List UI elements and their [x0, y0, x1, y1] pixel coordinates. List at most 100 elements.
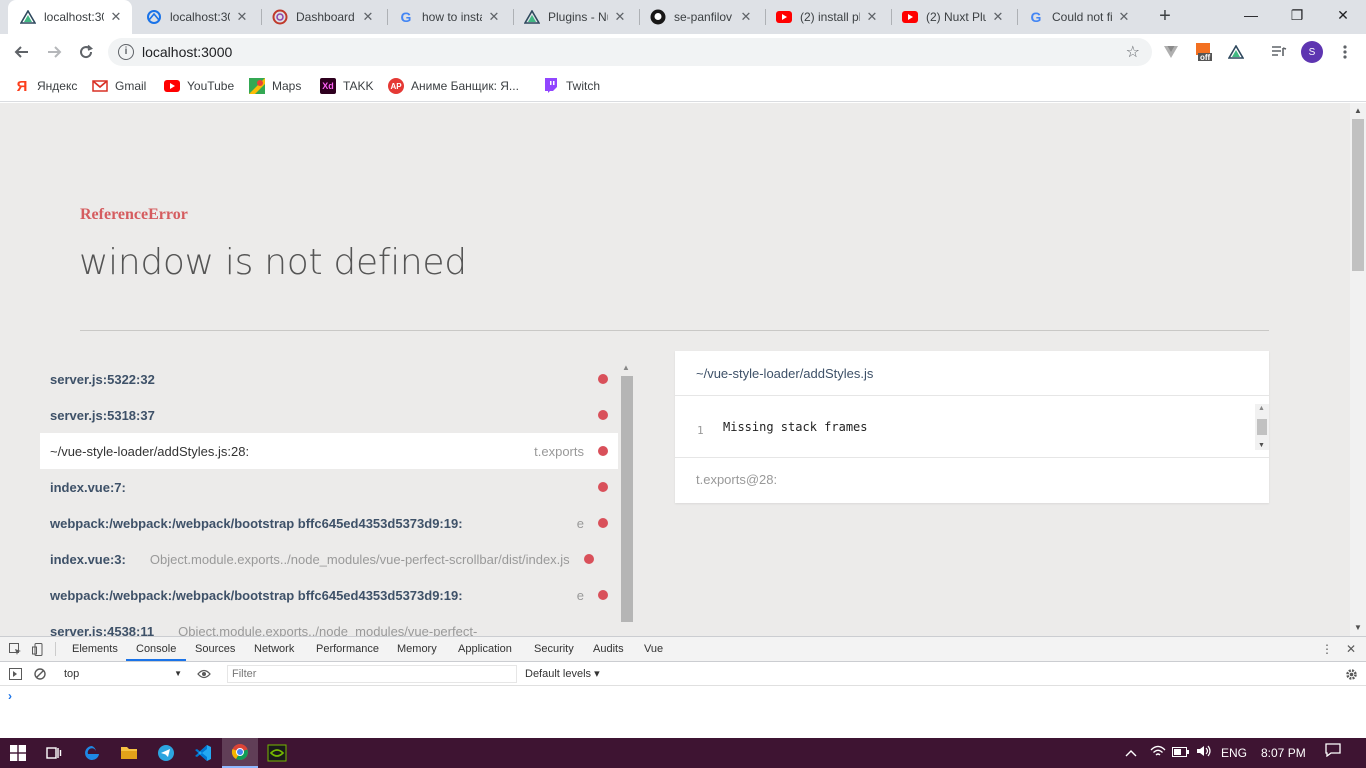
back-button[interactable] [8, 38, 36, 66]
tab-performance[interactable]: Performance [316, 637, 379, 661]
profile-avatar[interactable]: S [1301, 41, 1323, 63]
clock[interactable]: 8:07 PM [1261, 738, 1306, 768]
extension-off-icon[interactable]: off [1194, 42, 1214, 62]
scroll-up-icon[interactable]: ▲ [1353, 106, 1363, 116]
vscode-icon[interactable] [185, 738, 221, 768]
telegram-icon[interactable] [148, 738, 184, 768]
tab-could-not-find[interactable]: G Could not find ✕ [1016, 0, 1140, 34]
clear-console-icon[interactable] [33, 667, 47, 681]
tab-youtube-nuxt[interactable]: (2) Nuxt Plugins ✕ [890, 0, 1014, 34]
console-settings-gear-icon[interactable] [1344, 667, 1358, 681]
bookmark-star-icon[interactable]: ☆ [1126, 42, 1140, 62]
bookmark-yandex[interactable]: Я Яндекс [14, 76, 78, 96]
tab-how-to-install[interactable]: G how to install ✕ [386, 0, 510, 34]
close-icon[interactable]: ✕ [360, 9, 376, 25]
stack-frame[interactable]: index.vue:7: [40, 469, 618, 505]
chrome-menu-icon[interactable] [1335, 42, 1355, 62]
wifi-icon[interactable] [1150, 738, 1166, 768]
nvidia-icon[interactable] [259, 738, 295, 768]
edge-browser-icon[interactable] [74, 738, 110, 768]
media-controls-icon[interactable] [1269, 42, 1289, 62]
bookmark-gmail[interactable]: Gmail [92, 76, 146, 96]
tab-sources[interactable]: Sources [195, 637, 235, 661]
tab-vue[interactable]: Vue [644, 637, 663, 661]
page-scroll-thumb[interactable] [1352, 119, 1364, 271]
stack-frame[interactable]: webpack:/webpack:/webpack/bootstrap bffc… [40, 505, 618, 541]
close-icon[interactable]: ✕ [864, 9, 880, 25]
stack-frame[interactable]: server.js:5318:37 [40, 397, 618, 433]
tab-localhost-2[interactable]: localhost:3000 ✕ [134, 0, 258, 34]
show-sidebar-icon[interactable] [8, 667, 22, 681]
stack-frame-active[interactable]: ~/vue-style-loader/addStyles.js:28: t.ex… [40, 433, 618, 469]
tab-memory[interactable]: Memory [397, 637, 437, 661]
bookmark-maps[interactable]: Maps [249, 76, 301, 96]
bookmark-anime[interactable]: AP Аниме Банщик: Я... [388, 76, 519, 96]
tab-dashboard[interactable]: Dashboard ✕ [260, 0, 384, 34]
device-toolbar-icon[interactable] [31, 642, 45, 656]
scroll-up-icon[interactable]: ▲ [622, 363, 630, 372]
scroll-down-icon[interactable]: ▼ [1353, 623, 1363, 633]
chrome-taskbar-icon[interactable] [222, 738, 258, 768]
snippet-scrollbar[interactable]: ▲ ▼ [1255, 404, 1269, 450]
maps-icon [249, 78, 265, 94]
stack-frame[interactable]: server.js:5322:32 [40, 361, 618, 397]
frames-scrollbar[interactable]: ▲ [620, 361, 634, 636]
tab-application[interactable]: Application [458, 637, 512, 661]
task-view-icon[interactable] [36, 738, 72, 768]
vue-devtools-extension-icon[interactable] [1161, 42, 1181, 62]
restore-button[interactable]: ❐ [1274, 0, 1320, 30]
close-devtools-icon[interactable]: ✕ [1344, 642, 1358, 656]
more-options-icon[interactable]: ⋮ [1320, 642, 1334, 656]
console-prompt[interactable]: › [8, 689, 12, 703]
minimize-button[interactable]: — [1228, 0, 1274, 30]
live-expression-eye-icon[interactable] [197, 667, 211, 681]
snippet-scroll-thumb[interactable] [1257, 419, 1267, 435]
tab-network[interactable]: Network [254, 637, 294, 661]
snippet-header: ~/vue-style-loader/addStyles.js [675, 351, 1269, 396]
inspect-element-icon[interactable] [8, 642, 22, 656]
stack-frame[interactable]: webpack:/webpack:/webpack/bootstrap bffc… [40, 577, 618, 613]
info-icon[interactable]: i [118, 44, 134, 60]
forward-button[interactable] [40, 38, 68, 66]
context-selector[interactable]: top ▼ [58, 666, 184, 682]
scroll-up-icon[interactable]: ▲ [1258, 405, 1265, 412]
close-window-button[interactable]: ✕ [1320, 0, 1366, 30]
battery-icon[interactable] [1172, 738, 1190, 768]
close-icon[interactable]: ✕ [234, 9, 250, 25]
console-filter-input[interactable]: Filter [227, 665, 517, 683]
input-language[interactable]: ENG [1221, 738, 1247, 768]
tab-localhost-active[interactable]: localhost:3000 ✕ [8, 0, 132, 34]
close-icon[interactable]: ✕ [108, 9, 124, 25]
url-text[interactable]: localhost:3000 [142, 38, 232, 66]
bookmark-takk[interactable]: Xd TAKK [320, 76, 373, 96]
stack-frame[interactable]: index.vue:3: Object.module.exports../nod… [40, 541, 618, 577]
file-explorer-icon[interactable] [111, 738, 147, 768]
nuxt-extension-icon[interactable] [1226, 42, 1246, 62]
tab-console[interactable]: Console [126, 637, 187, 661]
bookmark-youtube[interactable]: YouTube [164, 76, 234, 96]
close-icon[interactable]: ✕ [990, 9, 1006, 25]
tab-plugins-nuxt[interactable]: Plugins - Nuxt ✕ [512, 0, 636, 34]
tab-github[interactable]: se-panfilov ✕ [638, 0, 762, 34]
close-icon[interactable]: ✕ [738, 9, 754, 25]
close-icon[interactable]: ✕ [1116, 9, 1132, 25]
tab-youtube-install[interactable]: (2) install plugin ✕ [764, 0, 888, 34]
tab-security[interactable]: Security [534, 637, 574, 661]
new-tab-button[interactable]: + [1154, 6, 1176, 28]
scroll-down-icon[interactable]: ▼ [1258, 442, 1265, 449]
tab-elements[interactable]: Elements [72, 637, 118, 661]
frames-scroll-thumb[interactable] [621, 376, 633, 622]
start-button-windows-icon[interactable] [0, 738, 36, 768]
log-levels-dropdown[interactable]: Default levels ▾ [525, 666, 600, 682]
reload-button[interactable] [72, 38, 100, 66]
volume-icon[interactable] [1196, 738, 1212, 768]
address-bar[interactable]: i localhost:3000 ☆ [108, 38, 1152, 66]
bookmark-twitch[interactable]: Twitch [543, 76, 600, 96]
tab-audits[interactable]: Audits [593, 637, 624, 661]
stack-frame[interactable]: server.js:4538:11 Object.module.exports.… [40, 613, 618, 637]
action-center-icon[interactable] [1325, 738, 1341, 768]
show-hidden-icons-chevron-icon[interactable] [1125, 738, 1137, 768]
page-scrollbar[interactable]: ▲ ▼ [1350, 103, 1366, 636]
close-icon[interactable]: ✕ [486, 9, 502, 25]
close-icon[interactable]: ✕ [612, 9, 628, 25]
